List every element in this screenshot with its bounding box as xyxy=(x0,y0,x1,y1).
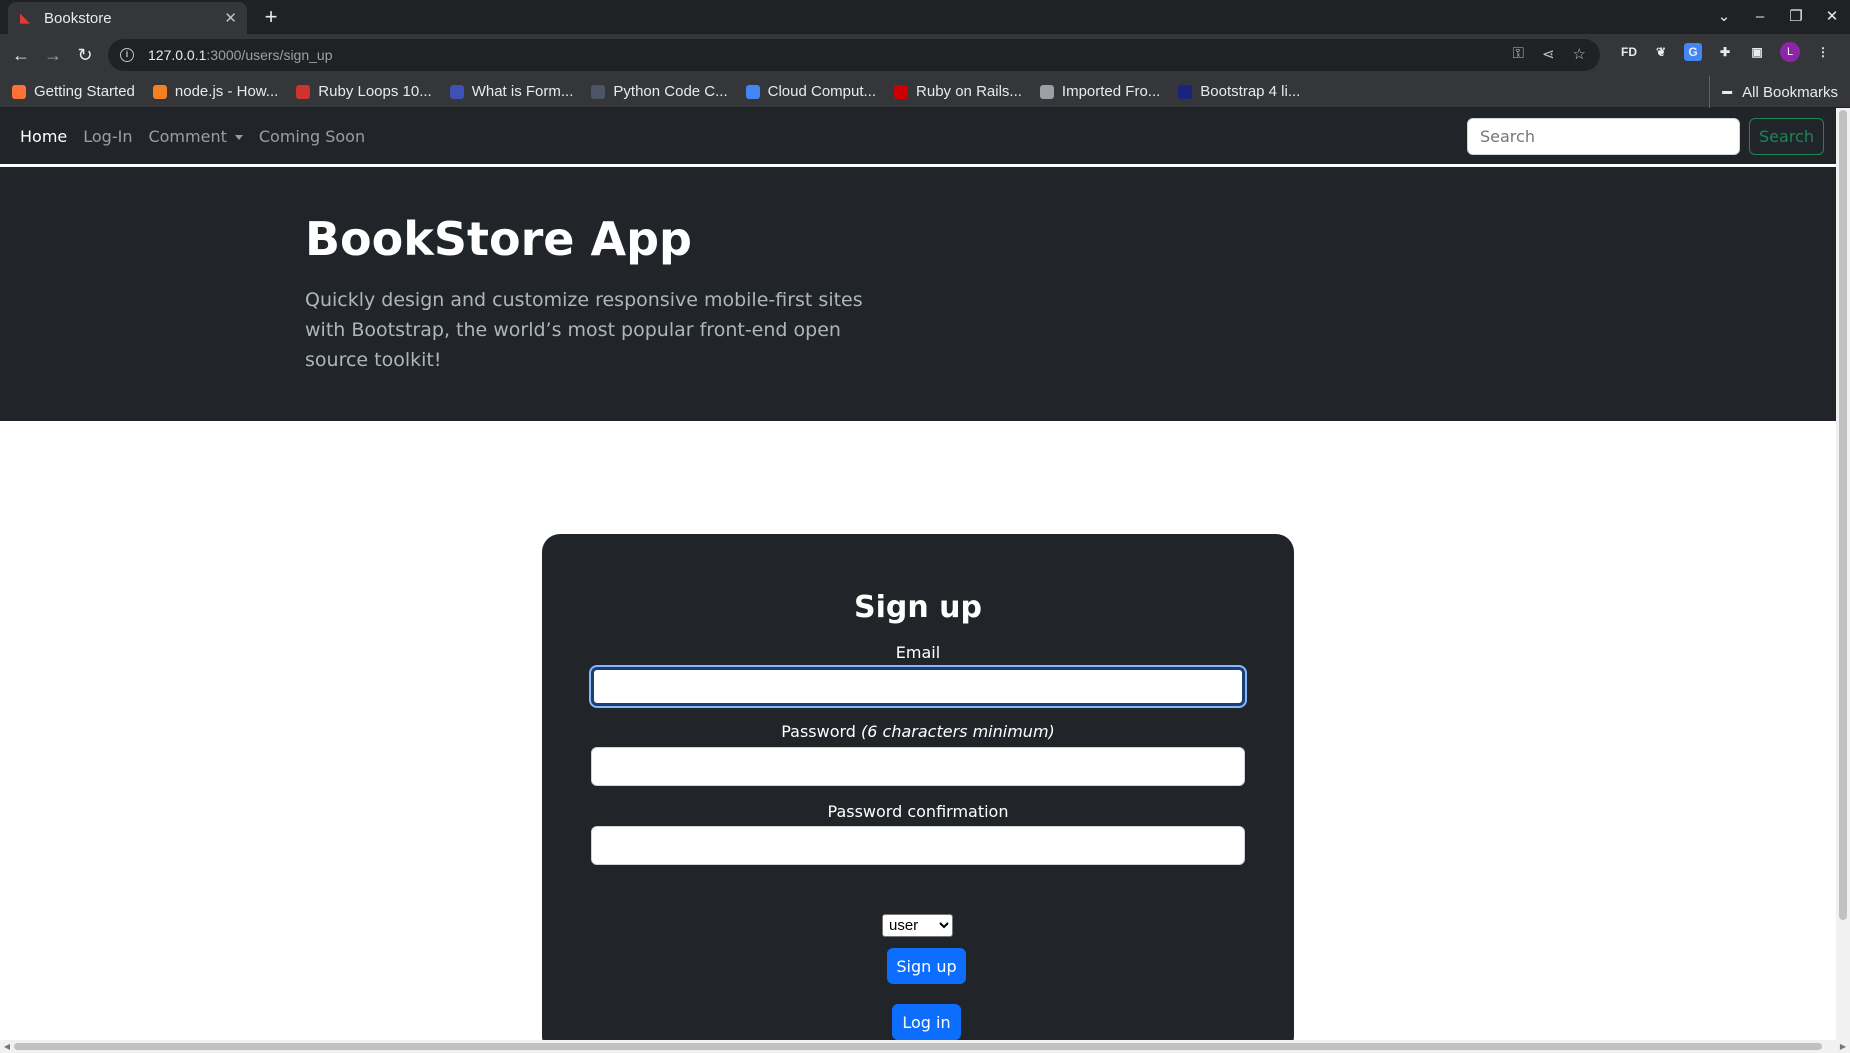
role-select[interactable]: user xyxy=(882,914,953,937)
bookmark-item[interactable]: Python Code C... xyxy=(591,83,728,100)
profile-avatar[interactable]: L xyxy=(1780,42,1800,62)
horizontal-scroll-thumb[interactable] xyxy=(14,1043,1822,1050)
vertical-scrollbar[interactable] xyxy=(1836,108,1850,1040)
fd-extension-icon[interactable]: FD xyxy=(1620,43,1638,61)
hero-title: BookStore App xyxy=(305,212,692,266)
url-text: 127.0.0.1:3000/users/sign_up xyxy=(148,47,332,63)
reload-icon[interactable]: ↻ xyxy=(72,42,98,68)
browser-toolbar: ← → ↻ i 127.0.0.1:3000/users/sign_up ⚿ ⋖… xyxy=(0,34,1850,76)
bookmarks-bar: Getting Started node.js - How... Ruby Loop… xyxy=(0,76,1850,108)
bookmark-item[interactable]: Bootstrap 4 li... xyxy=(1178,83,1300,100)
back-icon[interactable]: ← xyxy=(8,42,34,68)
bookmark-label: Imported Fro... xyxy=(1061,83,1161,100)
search-input[interactable] xyxy=(1467,118,1740,155)
folder-icon xyxy=(1039,84,1054,99)
minimize-icon[interactable]: – xyxy=(1752,4,1768,30)
all-bookmarks[interactable]: ▬ All Bookmarks xyxy=(1709,76,1838,108)
password-label: Password xyxy=(781,722,856,741)
tab-title: Bookstore xyxy=(44,9,112,27)
bookmark-item[interactable]: Getting Started xyxy=(12,83,135,100)
bootstrap-icon xyxy=(1178,84,1193,99)
puzzle-icon[interactable]: ✚ xyxy=(1716,43,1734,61)
url-host: 127.0.0.1 xyxy=(148,47,207,63)
stackoverflow-icon xyxy=(152,84,167,99)
ruby-icon xyxy=(296,84,311,99)
bookmark-item[interactable]: Ruby Loops 10... xyxy=(296,83,432,100)
folder-icon: ▬ xyxy=(1722,86,1733,97)
hero-lead: Quickly design and customize responsive … xyxy=(305,289,863,371)
python-icon xyxy=(591,84,606,99)
window-controls: ⌄ – ❐ ✕ xyxy=(1716,4,1840,30)
bookmark-label: Python Code C... xyxy=(613,83,728,100)
menu-icon[interactable]: ⋮ xyxy=(1814,43,1832,61)
bookmark-item[interactable]: What is Form... xyxy=(449,83,574,100)
url-path: :3000/users/sign_up xyxy=(206,47,333,63)
side-panel-icon[interactable]: ▣ xyxy=(1748,43,1766,61)
signup-card: Sign up Email Password (6 characters min… xyxy=(542,534,1294,1040)
nav-comment-dropdown[interactable]: Comment xyxy=(148,126,243,146)
share-icon[interactable]: ⋖ xyxy=(1542,45,1555,63)
shield-icon xyxy=(449,84,464,99)
bookmark-label: Cloud Comput... xyxy=(767,83,877,100)
address-bar[interactable]: i 127.0.0.1:3000/users/sign_up ⚿ ⋖ ☆ xyxy=(108,39,1600,71)
new-tab-button[interactable]: + xyxy=(258,4,284,30)
bookmark-item[interactable]: Ruby on Rails... xyxy=(894,83,1022,100)
vertical-scroll-thumb[interactable] xyxy=(1839,110,1847,920)
password-label-row: Password (6 characters minimum) xyxy=(542,722,1294,741)
login-button[interactable]: Log in xyxy=(892,1004,961,1040)
search-button[interactable]: Search xyxy=(1749,118,1824,155)
site-navbar: Home Log-In Comment Coming Soon Search xyxy=(0,108,1836,164)
signup-title: Sign up xyxy=(854,590,982,625)
bookmark-label: Getting Started xyxy=(34,83,135,100)
scroll-left-icon[interactable]: ◀ xyxy=(0,1040,14,1053)
rails-favicon-icon: ◣ xyxy=(20,10,30,25)
bookmark-label: node.js - How... xyxy=(174,83,279,100)
password-field[interactable] xyxy=(591,747,1245,786)
password-hint: (6 characters minimum) xyxy=(861,722,1055,741)
omnibox-actions: ⚿ ⋖ ☆ xyxy=(1513,45,1586,63)
bookmark-item[interactable]: node.js - How... xyxy=(152,83,279,100)
signup-button[interactable]: Sign up xyxy=(887,948,966,984)
nav-coming-soon[interactable]: Coming Soon xyxy=(259,127,365,146)
bookmark-label: What is Form... xyxy=(471,83,574,100)
nav-home[interactable]: Home xyxy=(20,127,67,146)
scroll-right-icon[interactable]: ▶ xyxy=(1836,1040,1850,1053)
password-confirmation-label: Password confirmation xyxy=(827,802,1009,821)
email-field[interactable] xyxy=(591,667,1245,706)
browser-tabstrip: ◣ Bookstore ✕ + ⌄ – ❐ ✕ xyxy=(0,0,1850,34)
nav-login[interactable]: Log-In xyxy=(83,127,132,146)
nav-comment-label: Comment xyxy=(148,126,227,146)
star-icon[interactable]: ☆ xyxy=(1573,45,1586,63)
site-info-icon[interactable]: i xyxy=(120,48,134,62)
bookmark-item[interactable]: Cloud Comput... xyxy=(745,83,877,100)
bookmark-label: Bootstrap 4 li... xyxy=(1200,83,1301,100)
tab-close-icon[interactable]: ✕ xyxy=(224,9,237,27)
google-cloud-icon xyxy=(745,84,760,99)
page-viewport: Home Log-In Comment Coming Soon Search B… xyxy=(0,108,1836,1040)
tab-search-icon[interactable]: ⌄ xyxy=(1716,4,1732,30)
bookmark-label: Ruby Loops 10... xyxy=(318,83,432,100)
email-label: Email xyxy=(895,643,941,662)
translate-icon[interactable]: G xyxy=(1684,43,1702,61)
hero-section: BookStore App Quickly design and customi… xyxy=(0,168,1836,421)
maximize-icon[interactable]: ❐ xyxy=(1788,4,1804,30)
forward-icon[interactable]: → xyxy=(40,42,66,68)
key-icon[interactable]: ⚿ xyxy=(1513,45,1524,63)
all-bookmarks-label: All Bookmarks xyxy=(1742,83,1838,101)
bookmark-label: Ruby on Rails... xyxy=(916,83,1022,100)
bookmark-item[interactable]: Imported Fro... xyxy=(1039,83,1161,100)
extensions-area: FD ❦ G ✚ ▣ L ⋮ xyxy=(1620,42,1832,62)
rails-icon xyxy=(894,84,909,99)
close-window-icon[interactable]: ✕ xyxy=(1824,4,1840,30)
firefox-icon xyxy=(12,84,26,99)
caret-down-icon xyxy=(234,134,243,140)
extension-icon[interactable]: ❦ xyxy=(1652,43,1670,61)
browser-tab[interactable]: ◣ Bookstore ✕ xyxy=(8,2,247,34)
horizontal-scrollbar[interactable]: ◀ ▶ xyxy=(0,1040,1850,1053)
password-confirmation-field[interactable] xyxy=(591,826,1245,865)
nav-links: Home Log-In Comment Coming Soon xyxy=(20,108,365,164)
